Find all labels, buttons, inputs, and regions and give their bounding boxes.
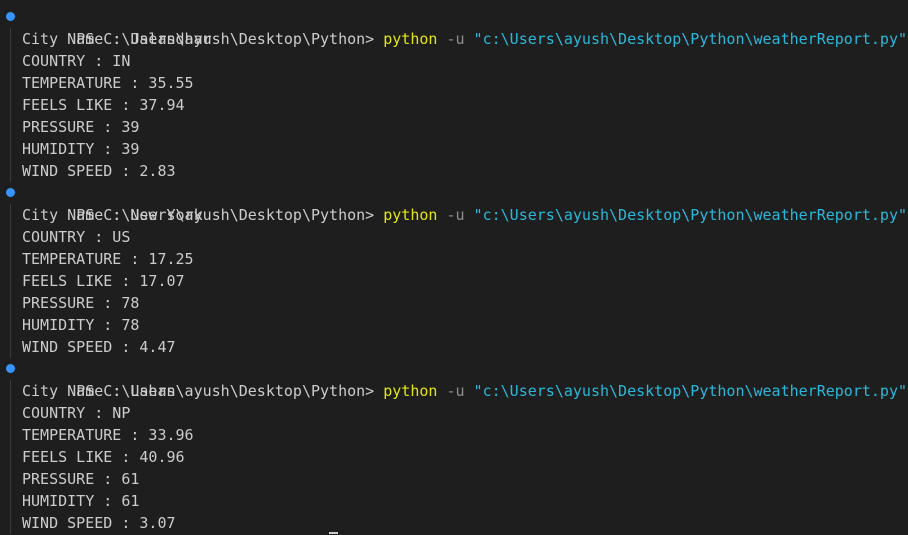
prompt-text: PS C:\Users\ayush\Desktop\Python> [76,30,384,48]
script-path-link[interactable]: "c:\Users\ayush\Desktop\Python\weatherRe… [474,382,907,400]
command-flag: -u [437,206,474,224]
output-line: COUNTRY : NP [22,404,131,422]
command-group-rail [10,380,11,534]
prompt-text: PS C:\Users\ayush\Desktop\Python> [76,382,384,400]
prompt-text: PS C:\Users\ayush\Desktop\Python> [76,206,384,224]
command-run: PS C:\Users\ayush\Desktop\Python> python… [0,358,908,534]
output-line: HUMIDITY : 78 [22,316,140,334]
prompt-line: PS C:\Users\ayush\Desktop\Python> python… [0,6,908,48]
command-group-rail [10,28,11,182]
script-path-link[interactable]: "c:\Users\ayush\Desktop\Python\weatherRe… [474,206,907,224]
output-line: PRESSURE : 61 [22,470,140,488]
command-flag: -u [437,30,474,48]
command-group-rail [10,204,11,358]
output-line: COUNTRY : US [22,228,131,246]
command-decoration-icon[interactable] [6,188,15,197]
output-line: FEELS LIKE : 37.94 [22,96,185,114]
output-line: TEMPERATURE : 17.25 [22,250,194,268]
output-line: TEMPERATURE : 35.55 [22,74,194,92]
output-line: HUMIDITY : 61 [22,492,140,510]
output-line: FEELS LIKE : 17.07 [22,272,185,290]
output-line: COUNTRY : IN [22,52,131,70]
output-line: WIND SPEED : 4.47 [22,338,176,356]
prompt-line: PS C:\Users\ayush\Desktop\Python> python… [0,358,908,400]
command-decoration-icon[interactable] [6,12,15,21]
command-decoration-icon[interactable] [6,364,15,373]
output-line: PRESSURE : 78 [22,294,140,312]
command-run: PS C:\Users\ayush\Desktop\Python> python… [0,6,908,182]
command-name: python [383,382,438,400]
terminal-cursor [329,532,338,534]
command-flag: -u [437,382,474,400]
script-path-link[interactable]: "c:\Users\ayush\Desktop\Python\weatherRe… [474,30,907,48]
terminal-output[interactable]: PS C:\Users\ayush\Desktop\Python> python… [0,6,908,534]
output-line: HUMIDITY : 39 [22,140,140,158]
output-line: PRESSURE : 39 [22,118,140,136]
command-run: PS C:\Users\ayush\Desktop\Python> python… [0,182,908,358]
output-line: FEELS LIKE : 40.96 [22,448,185,466]
output-line: TEMPERATURE : 33.96 [22,426,194,444]
output-line: WIND SPEED : 2.83 [22,162,176,180]
output-line: WIND SPEED : 3.07 [22,514,176,532]
command-name: python [383,206,438,224]
command-name: python [383,30,438,48]
prompt-line: PS C:\Users\ayush\Desktop\Python> python… [0,182,908,224]
